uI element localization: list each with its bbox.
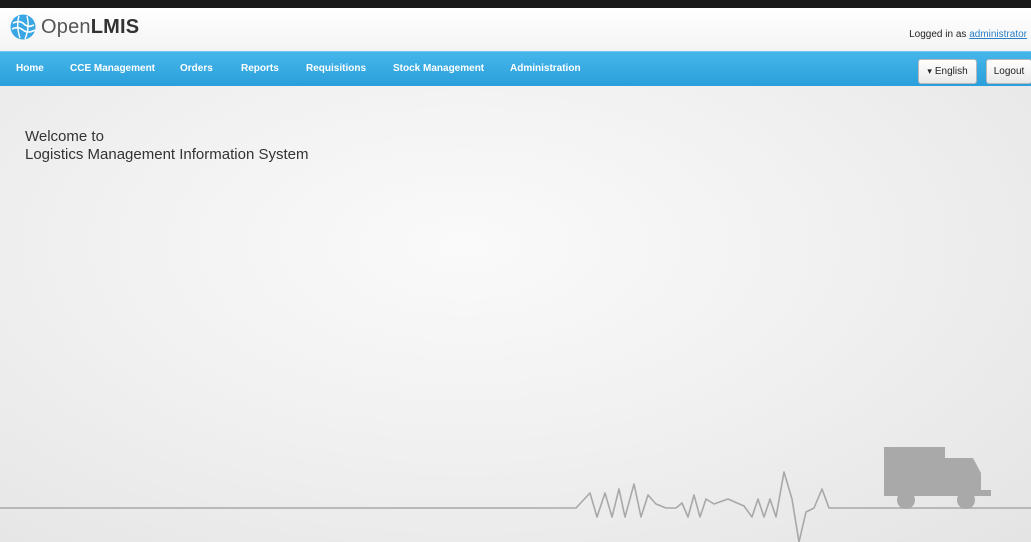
- nav-item-requisitions[interactable]: Requisitions: [306, 63, 366, 74]
- nav-item-cce-management[interactable]: CCE Management: [70, 63, 155, 74]
- openlmis-logo[interactable]: OpenLMIS: [10, 14, 139, 40]
- globe-icon: [10, 14, 36, 40]
- username-link[interactable]: administrator: [969, 29, 1027, 40]
- background-decoration: [0, 447, 1031, 542]
- logo-text: OpenLMIS: [41, 16, 139, 39]
- page-header: OpenLMIS Logged in as administrator: [0, 8, 1031, 51]
- language-dropdown-button[interactable]: ▾ English: [918, 59, 977, 84]
- logged-in-status: Logged in as administrator: [909, 29, 1027, 40]
- language-label: English: [934, 66, 968, 77]
- truck-icon: [884, 447, 991, 509]
- nav-item-home[interactable]: Home: [16, 63, 44, 74]
- nav-item-administration[interactable]: Administration: [510, 63, 581, 74]
- top-border: [0, 0, 1031, 8]
- logo-text-lmis: LMIS: [90, 15, 140, 38]
- main-content: Welcome to Logistics Management Informat…: [0, 86, 1031, 542]
- nav-item-stock-management[interactable]: Stock Management: [393, 63, 484, 74]
- nav-item-reports[interactable]: Reports: [241, 63, 279, 74]
- logo-text-open: Open: [41, 15, 91, 38]
- nav-item-orders[interactable]: Orders: [180, 63, 213, 74]
- caret-down-icon: ▾: [927, 66, 932, 76]
- logout-button[interactable]: Logout: [986, 59, 1031, 84]
- main-navbar: Home CCE Management Orders Reports Requi…: [0, 51, 1031, 86]
- heartbeat-line-decoration: [0, 471, 1031, 542]
- logged-in-label: Logged in as: [909, 29, 967, 40]
